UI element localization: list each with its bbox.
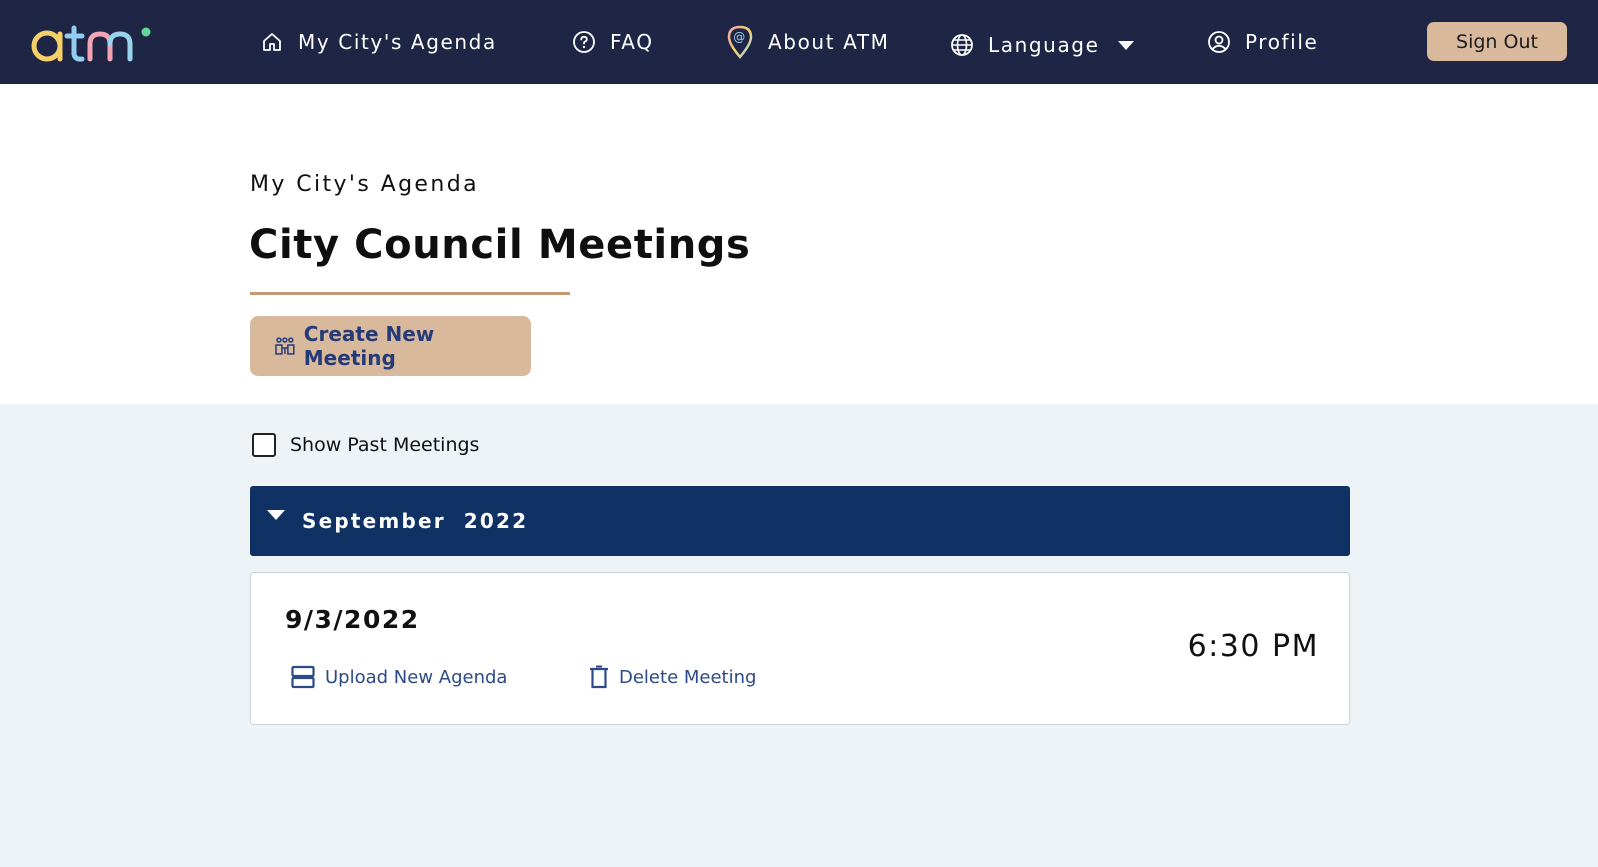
title-underline xyxy=(250,292,570,295)
month-group-header[interactable]: September 2022 xyxy=(250,486,1350,556)
nav-label: FAQ xyxy=(610,30,654,54)
month-label: September xyxy=(302,509,446,533)
caret-down-icon xyxy=(267,510,285,520)
home-icon xyxy=(263,33,281,51)
location-at-pin-icon: @ xyxy=(727,25,753,59)
nav-my-citys-agenda[interactable]: My City's Agenda xyxy=(260,0,497,84)
nav-profile[interactable]: Profile xyxy=(1207,0,1318,84)
nav-label: About ATM xyxy=(768,30,890,54)
top-nav: My City's Agenda FAQ @ About ATM Languag… xyxy=(0,0,1598,84)
meeting-people-icon xyxy=(275,337,295,355)
upload-agenda-icon xyxy=(291,665,315,689)
upload-label: Upload New Agenda xyxy=(325,666,508,688)
delete-label: Delete Meeting xyxy=(619,666,757,688)
meeting-card: 9/3/2022 6:30 PM Upload New Agenda Delet… xyxy=(250,572,1350,725)
globe-icon xyxy=(951,34,973,56)
meeting-time: 6:30 PM xyxy=(1187,629,1319,664)
nav-faq[interactable]: FAQ xyxy=(572,0,654,84)
atm-logo[interactable] xyxy=(30,22,154,64)
show-past-meetings-checkbox[interactable] xyxy=(252,433,276,457)
show-past-meetings-toggle[interactable]: Show Past Meetings xyxy=(252,433,479,457)
nav-label: Profile xyxy=(1245,30,1319,54)
page-header: My City's Agenda City Council Meetings C… xyxy=(0,84,1598,404)
delete-meeting-link[interactable]: Delete Meeting xyxy=(589,665,756,689)
page-title: City Council Meetings xyxy=(249,222,751,268)
nav-label: Language xyxy=(988,33,1100,57)
nav-label: My City's Agenda xyxy=(298,30,497,54)
user-circle-icon xyxy=(1208,31,1230,53)
trash-icon xyxy=(590,665,608,689)
sign-out-button[interactable]: Sign Out xyxy=(1427,22,1567,61)
create-button-label: Create New Meeting xyxy=(303,322,435,370)
caret-down-icon xyxy=(1117,41,1134,50)
create-new-meeting-button[interactable]: Create New Meeting xyxy=(250,316,531,376)
meeting-date: 9/3/2022 xyxy=(285,605,420,634)
nav-about-atm[interactable]: @ About ATM xyxy=(726,0,890,84)
upload-new-agenda-link[interactable]: Upload New Agenda xyxy=(291,665,507,689)
nav-language-dropdown[interactable]: Language xyxy=(950,0,1150,84)
year-label: 2022 xyxy=(463,509,529,533)
svg-text:@: @ xyxy=(733,30,747,44)
page-subtitle: My City's Agenda xyxy=(250,172,479,197)
show-past-meetings-label: Show Past Meetings xyxy=(290,434,480,456)
question-circle-icon xyxy=(573,31,595,53)
